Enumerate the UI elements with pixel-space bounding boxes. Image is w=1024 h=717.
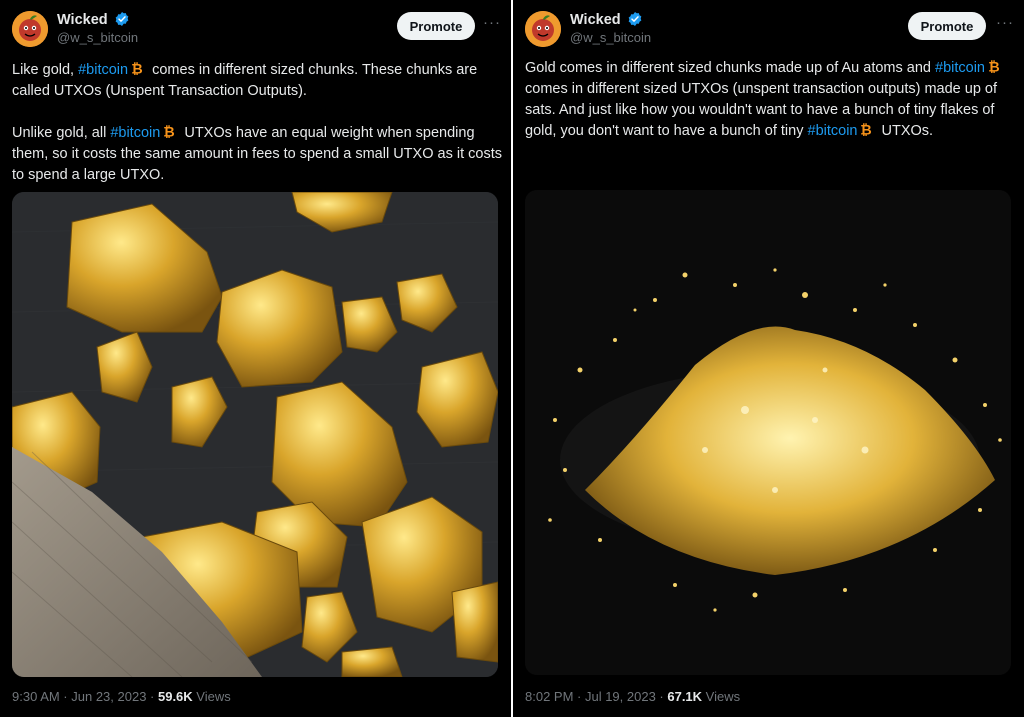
more-options-icon[interactable]: ··· [996,14,1014,31]
tweet-text: Gold comes in different sized chunks mad… [525,58,1010,163]
tweet-text-segment: Like gold, [12,62,79,78]
tweet-paragraph: Gold comes in different sized chunks mad… [525,58,1010,142]
tweet-text-segment: Gold comes in different sized chunks mad… [525,60,935,76]
author-name-text: Wicked [57,12,108,28]
tweet-text-segment: UTXOs. [877,123,934,139]
avatar-icon [12,11,48,47]
hashtag-link[interactable]: #bitcoin [808,123,858,139]
tweet-meta: 8:02 PM · Jul 19, 2023 · 67.1K Views [525,689,740,704]
bitcoin-icon [162,124,176,139]
views-label: Views [702,689,741,704]
hashtag-link[interactable]: #bitcoin [935,60,985,76]
bitcoin-icon [859,122,873,137]
promote-button[interactable]: Promote [908,12,986,40]
hashtag-link[interactable]: #bitcoin [110,125,160,141]
tweet-image[interactable] [525,190,1011,675]
tweet-image[interactable] [12,192,498,677]
gold-flakes-image [525,190,1011,675]
author-handle[interactable]: @w_s_bitcoin [570,30,651,45]
tweet-text: Like gold, #bitcoin comes in different s… [12,60,502,207]
author-name[interactable]: Wicked [57,11,130,28]
tweet-card: Wicked @w_s_bitcoin Promote ··· Gold com… [513,0,1023,717]
promote-button[interactable]: Promote [397,12,475,40]
author-name-text: Wicked [570,12,621,28]
verified-badge-icon [627,11,643,27]
avatar-icon [525,11,561,47]
timestamp[interactable]: 9:30 AM · Jun 23, 2023 · [12,689,158,704]
tweet-paragraph: Like gold, #bitcoin comes in different s… [12,60,502,102]
tweet-card: Wicked @w_s_bitcoin Promote ··· Like gol… [0,0,510,717]
more-options-icon[interactable]: ··· [483,14,501,31]
views-count: 59.6K [157,689,193,704]
timestamp[interactable]: 8:02 PM · Jul 19, 2023 · [525,689,667,704]
bitcoin-icon [130,61,144,76]
author-name[interactable]: Wicked [570,11,643,28]
tweet-paragraph: Unlike gold, all #bitcoin UTXOs have an … [12,123,502,186]
verified-badge-icon [114,11,130,27]
tweet-meta: 9:30 AM · Jun 23, 2023 · 59.6K Views [12,689,231,704]
tweet-text-segment: Unlike gold, all [12,125,111,141]
author-handle[interactable]: @w_s_bitcoin [57,30,138,45]
bitcoin-icon [987,59,1001,74]
views-label: Views [192,689,231,704]
views-count: 67.1K [667,689,703,704]
avatar[interactable] [12,11,48,47]
gold-nuggets-image [12,192,498,677]
avatar[interactable] [525,11,561,47]
hashtag-link[interactable]: #bitcoin [78,62,128,78]
